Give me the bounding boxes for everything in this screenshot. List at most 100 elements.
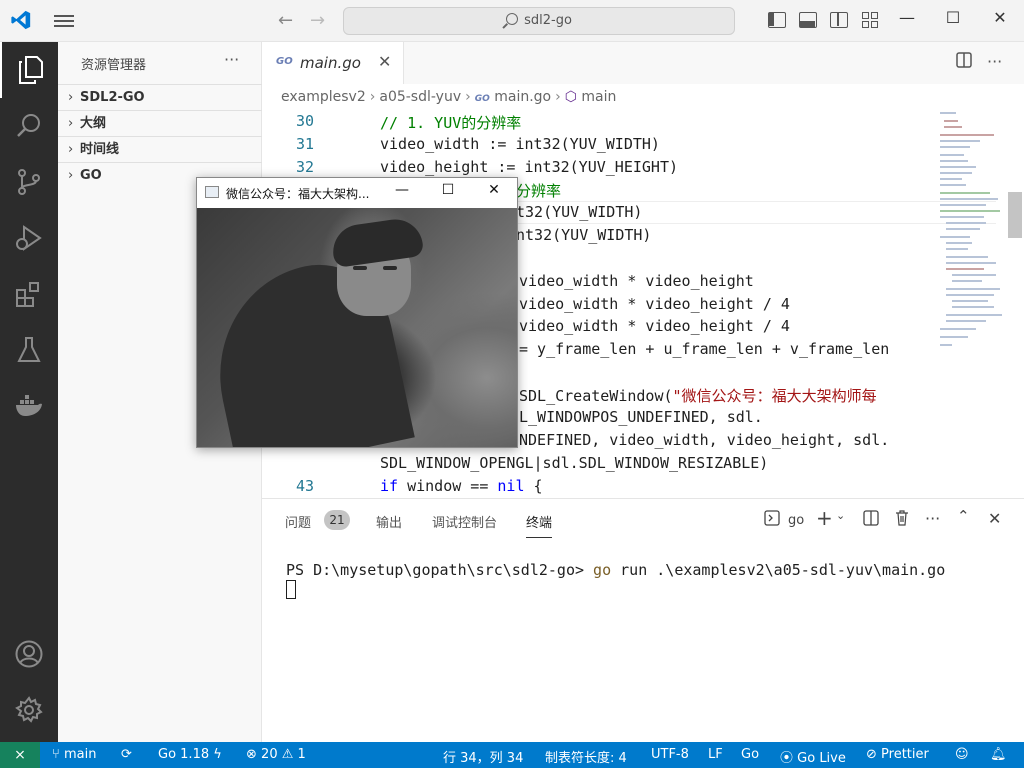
breadcrumb: examplesv2 › a05-sdl-yuv › GO main.go › ⬡ main [262, 84, 1024, 110]
maximize-panel-chevron-up-icon[interactable]: ⌃ [957, 507, 970, 525]
search-text: sdl2-go [524, 13, 572, 28]
tab-problems[interactable]: 问题 [285, 512, 311, 531]
editor-tabs: GO main.go ✕ ··· [262, 42, 1024, 84]
go-version: Go 1.18 [158, 747, 210, 762]
minimize-button[interactable]: — [884, 8, 930, 27]
editor-more-icon[interactable]: ··· [987, 52, 1002, 71]
cube-symbol-icon: ⬡ [564, 89, 577, 105]
broadcast-icon: ⦿ [780, 751, 794, 766]
toggle-sidebar-icon[interactable] [768, 12, 786, 28]
split-editor-icon[interactable] [956, 52, 972, 72]
code-line: L_WINDOWPOS_UNDEFINED, sdl. [519, 408, 763, 426]
problems-status[interactable]: ⊗ 20 ⚠ 1 [246, 747, 306, 762]
back-arrow-icon[interactable]: ← [278, 10, 293, 31]
feedback-icon[interactable]: ☺ [955, 747, 969, 762]
tab-terminal[interactable]: 终端 [526, 512, 553, 538]
editor-scrollbar[interactable] [1008, 192, 1022, 238]
terminal-args: run .\examplesv2\a05-sdl-yuv\main.go [611, 561, 946, 579]
terminal-cursor[interactable] [286, 580, 296, 599]
tab-close-icon[interactable]: ✕ [378, 52, 391, 71]
breadcrumb-item[interactable]: examplesv2 [281, 89, 366, 105]
explorer-icon[interactable] [0, 42, 58, 98]
terminal-shell-label[interactable]: go [788, 513, 804, 528]
customize-layout-icon[interactable] [862, 12, 880, 28]
code-line: video_width * video_height [519, 272, 754, 290]
tab-debug-console[interactable]: 调试控制台 [432, 512, 497, 531]
sidebar-section-timeline[interactable]: › 时间线 [58, 136, 262, 162]
search-icon[interactable] [0, 98, 58, 154]
toggle-secondary-sidebar-icon[interactable] [830, 12, 848, 28]
bolt-icon: ϟ [213, 747, 222, 762]
account-icon[interactable] [0, 626, 58, 682]
eol-status[interactable]: LF [708, 747, 723, 762]
tab-label: main.go [300, 54, 361, 72]
code-line: NDEFINED, video_width, video_height, sdl… [519, 431, 890, 449]
chevron-right-icon: › [369, 89, 376, 105]
language-mode[interactable]: Go [741, 747, 759, 762]
maximize-button[interactable]: ☐ [930, 8, 976, 27]
remote-indicator-icon[interactable]: ⨯ [0, 742, 40, 768]
testing-flask-icon[interactable] [0, 322, 58, 378]
code-token: SDL_CreateWindow( [519, 387, 673, 405]
sidebar-section-sdl2-go[interactable]: › SDL2-GO [58, 84, 262, 110]
terminal-command: go [593, 561, 612, 579]
sidebar-section-outline[interactable]: › 大纲 [58, 110, 262, 136]
prettier-label: Prettier [881, 747, 929, 762]
tab-output[interactable]: 输出 [376, 512, 402, 531]
error-icon: ⊗ [246, 747, 257, 762]
breadcrumb-item[interactable]: a05-sdl-yuv [379, 89, 461, 105]
menu-icon[interactable] [54, 12, 76, 30]
extensions-icon[interactable] [0, 266, 58, 322]
sidebar-section-label: 时间线 [80, 142, 120, 157]
tab-main-go[interactable]: GO main.go ✕ [262, 42, 404, 84]
notifications-bell-icon[interactable]: 🔔︎ [990, 747, 1007, 762]
source-control-icon[interactable] [0, 154, 58, 210]
window-app-icon [205, 186, 219, 198]
split-terminal-icon[interactable] [863, 510, 879, 530]
run-debug-icon[interactable] [0, 210, 58, 266]
activity-bar [0, 42, 58, 742]
sidebar-more-icon[interactable]: ··· [224, 50, 239, 69]
forward-arrow-icon[interactable]: → [310, 10, 325, 31]
code-string: "微信公众号：福大大架构师每 [672, 387, 877, 405]
breadcrumb-item[interactable]: main [581, 89, 616, 105]
command-center-search[interactable]: sdl2-go [343, 7, 735, 35]
sdl-maximize-button[interactable]: ☐ [433, 182, 463, 198]
branch-status[interactable]: ⑂ main [52, 747, 96, 762]
sdl-window-titlebar[interactable]: 微信公众号：福大大架构... — ☐ ✕ [197, 178, 517, 207]
breadcrumb-item[interactable]: main.go [494, 89, 551, 105]
cursor-position[interactable]: 行 34，列 34 [443, 747, 523, 766]
sdl-minimize-button[interactable]: — [387, 182, 417, 198]
panel-more-icon[interactable]: ··· [925, 509, 940, 528]
go-version-status[interactable]: Go 1.18 ϟ [158, 747, 222, 762]
settings-gear-icon[interactable] [0, 682, 58, 738]
branch-name: main [63, 747, 97, 762]
code-token: window == [398, 477, 498, 495]
code-line: t32(YUV_WIDTH) [516, 203, 643, 221]
branch-icon: ⑂ [52, 747, 60, 762]
chevron-down-icon[interactable]: ⌄ [836, 509, 845, 522]
go-file-icon: GO [474, 94, 490, 104]
go-live-status[interactable]: ⦿ Go Live [780, 747, 846, 766]
sidebar-section-label: 大纲 [80, 116, 107, 131]
docker-icon[interactable] [0, 378, 58, 434]
close-button[interactable]: ✕ [977, 8, 1023, 27]
sdl-video-window[interactable]: 微信公众号：福大大架构... — ☐ ✕ [196, 177, 518, 448]
chevron-right-icon: › [68, 116, 74, 131]
minimap[interactable] [934, 110, 1008, 350]
code-line: SDL_WINDOW_OPENGL|sdl.SDL_WINDOW_RESIZAB… [380, 454, 769, 472]
code-line: video_width := int32(YUV_WIDTH) [380, 135, 660, 153]
sync-icon[interactable]: ⟳ [121, 747, 132, 762]
toggle-panel-icon[interactable] [799, 12, 817, 28]
prettier-status[interactable]: ⊘ Prettier [866, 747, 929, 762]
sdl-close-button[interactable]: ✕ [479, 182, 509, 198]
prettier-slash-icon: ⊘ [866, 747, 877, 762]
tab-size-status[interactable]: 制表符长度: 4 [545, 747, 627, 766]
close-panel-icon[interactable]: ✕ [988, 509, 1001, 528]
trash-icon[interactable] [894, 510, 910, 530]
code-token: { [524, 477, 543, 495]
encoding-status[interactable]: UTF-8 [651, 747, 689, 762]
new-terminal-plus-icon[interactable]: + [816, 506, 833, 530]
title-bar: ← → sdl2-go — ☐ ✕ [0, 0, 1024, 42]
code-line: = y_frame_len + u_frame_len + v_frame_le… [519, 340, 890, 358]
